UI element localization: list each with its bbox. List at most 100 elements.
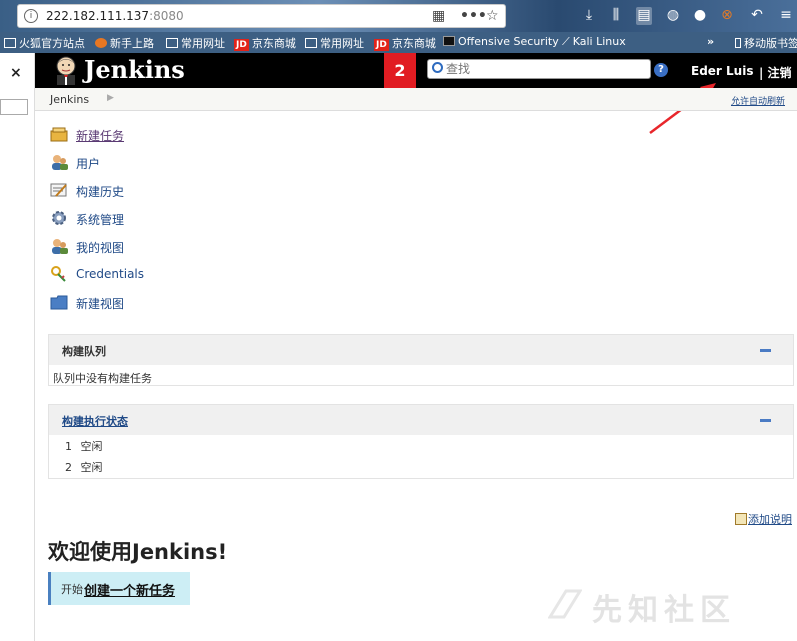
bookmark-item[interactable]: ⟋ Kali Linux — [562, 35, 626, 49]
watermark-logo-icon — [548, 589, 582, 619]
task-label[interactable]: 用户 — [76, 155, 100, 172]
user-link[interactable]: Eder Luis — [691, 64, 753, 78]
bookmark-item[interactable]: 移动版书签 — [735, 35, 797, 51]
panel-header: 构建队列 — [49, 335, 793, 365]
task-label[interactable]: 新建任务 — [76, 127, 124, 144]
bookmark-label: 移动版书签 — [744, 37, 797, 50]
bookmarks-overflow-icon[interactable]: » — [707, 35, 714, 48]
edit-icon — [735, 513, 747, 525]
task-label[interactable]: 系统管理 — [76, 211, 124, 228]
my-views-icon — [52, 239, 68, 254]
bookmark-item[interactable]: Offensive Security — [443, 35, 559, 48]
downloads-icon[interactable]: ⤓ — [581, 7, 597, 25]
close-icon[interactable]: × — [10, 65, 22, 81]
bookmark-label: 京东商城 — [251, 37, 296, 50]
menu-icon[interactable]: ≡ — [778, 7, 794, 25]
executor-status: 空闲 — [80, 440, 103, 453]
executor-index: 2 — [65, 461, 72, 474]
bookmark-item[interactable]: 常用网址 — [166, 35, 225, 51]
executor-row: 2 空闲 — [65, 459, 103, 475]
browser-toolbar: i 222.182.111.137:8080 ▦ ••• ☆ ⤓ ⫼ ▤ ◍ ●… — [0, 0, 797, 32]
bookmark-label: 火狐官方站点 — [19, 37, 85, 50]
firefox-icon — [95, 38, 107, 48]
add-description-link[interactable]: 添加说明 — [735, 511, 792, 527]
queue-empty-message: 队列中没有构建任务 — [53, 372, 152, 385]
task-label[interactable]: 我的视图 — [76, 239, 124, 256]
offsec-icon — [443, 36, 455, 46]
folder-icon — [166, 38, 178, 48]
watermark: 先知社区 — [592, 593, 736, 628]
new-item-icon — [50, 127, 68, 142]
qr-code-icon[interactable]: ▦ — [432, 8, 445, 24]
url-port: :8080 — [149, 9, 184, 23]
build-queue-title: 构建队列 — [62, 345, 106, 358]
search-input[interactable] — [446, 61, 646, 77]
address-bar[interactable]: i 222.182.111.137:8080 ▦ ••• ☆ — [17, 4, 506, 28]
library-icon[interactable]: ⫼ — [608, 7, 624, 25]
build-queue-panel: 构建队列 队列中没有构建任务 — [48, 334, 794, 386]
page-actions-icon[interactable]: ••• — [460, 8, 487, 24]
folder-icon — [50, 295, 68, 310]
search-box[interactable] — [427, 59, 651, 79]
back-icon[interactable]: ↶ — [749, 7, 765, 25]
start-prefix: 开始 — [61, 583, 83, 596]
executors-panel: 构建执行状态 1 空闲 2 空闲 — [48, 404, 794, 479]
jenkins-logo-icon[interactable] — [51, 55, 81, 85]
panel-body: 队列中没有构建任务 — [49, 365, 793, 391]
task-label[interactable]: 新建视图 — [76, 295, 124, 312]
executors-title[interactable]: 构建执行状态 — [62, 413, 128, 429]
extension-icon[interactable]: ● — [692, 7, 708, 25]
url-text[interactable]: 222.182.111.137:8080 — [46, 9, 184, 23]
bookmark-label: 常用网址 — [320, 37, 364, 50]
site-info-icon[interactable]: i — [24, 9, 38, 23]
folder-icon — [305, 38, 317, 48]
bookmark-item[interactable]: 常用网址 — [305, 35, 364, 51]
executor-row: 1 空闲 — [65, 438, 103, 454]
bookmarks-toolbar: 火狐官方站点 新手上路 常用网址 JD 京东商城 常用网址 JD 京东商城 Offe… — [0, 32, 797, 53]
sidebar-toggle-icon[interactable]: ▤ — [636, 7, 652, 25]
bookmark-item[interactable]: 火狐官方站点 — [4, 35, 85, 51]
globe-icon[interactable]: ◍ — [665, 7, 681, 25]
logout-link[interactable]: | 注销 — [759, 64, 792, 81]
panel-header: 构建执行状态 — [49, 405, 793, 435]
browser-sidebar: × — [0, 53, 35, 641]
jd-icon: JD — [374, 39, 389, 51]
bookmark-item[interactable]: JD 京东商城 — [234, 35, 296, 51]
sidebar-search-input[interactable] — [0, 99, 28, 115]
executor-status: 空闲 — [80, 461, 103, 474]
bookmark-label: 常用网址 — [181, 37, 225, 50]
addon-icon[interactable]: ⊗ — [719, 7, 735, 25]
bookmark-star-icon[interactable]: ☆ — [486, 8, 499, 24]
welcome-heading: 欢迎使用Jenkins! — [48, 540, 228, 564]
auto-refresh-link[interactable]: 允许自动刷新 — [731, 94, 785, 107]
breadcrumb: Jenkins ▶ 允许自动刷新 — [35, 88, 797, 111]
folder-icon — [4, 38, 16, 48]
mobile-icon — [735, 38, 741, 48]
bookmark-label: 新手上路 — [110, 37, 154, 50]
build-history-icon — [50, 183, 67, 197]
bookmark-label: Offensive Security — [458, 35, 559, 48]
breadcrumb-arrow-icon[interactable]: ▶ — [107, 93, 114, 103]
executor-index: 1 — [65, 440, 72, 453]
add-description-label: 添加说明 — [748, 513, 792, 526]
task-label[interactable]: Credentials — [76, 267, 144, 281]
task-label[interactable]: 构建历史 — [76, 183, 124, 200]
gear-icon — [52, 211, 66, 225]
notification-badge[interactable]: 2 — [384, 53, 416, 88]
bookmark-label: Kali Linux — [572, 35, 626, 48]
kali-icon: ⟋ — [562, 35, 570, 48]
users-icon — [52, 155, 68, 170]
search-icon — [432, 62, 443, 73]
jd-icon: JD — [234, 39, 249, 51]
start-callout: 开始 创建一个新任务 — [48, 572, 190, 605]
help-icon[interactable]: ? — [654, 63, 668, 77]
url-host: 222.182.111.137 — [46, 9, 150, 23]
breadcrumb-jenkins[interactable]: Jenkins — [50, 93, 89, 106]
collapse-icon[interactable] — [760, 349, 771, 352]
bookmark-item[interactable]: 新手上路 — [95, 35, 154, 51]
jenkins-title[interactable]: Jenkins — [84, 55, 185, 84]
bookmark-item[interactable]: JD 京东商城 — [374, 35, 436, 51]
bookmark-label: 京东商城 — [391, 37, 436, 50]
collapse-icon[interactable] — [760, 419, 771, 422]
create-job-link[interactable]: 创建一个新任务 — [84, 580, 175, 599]
